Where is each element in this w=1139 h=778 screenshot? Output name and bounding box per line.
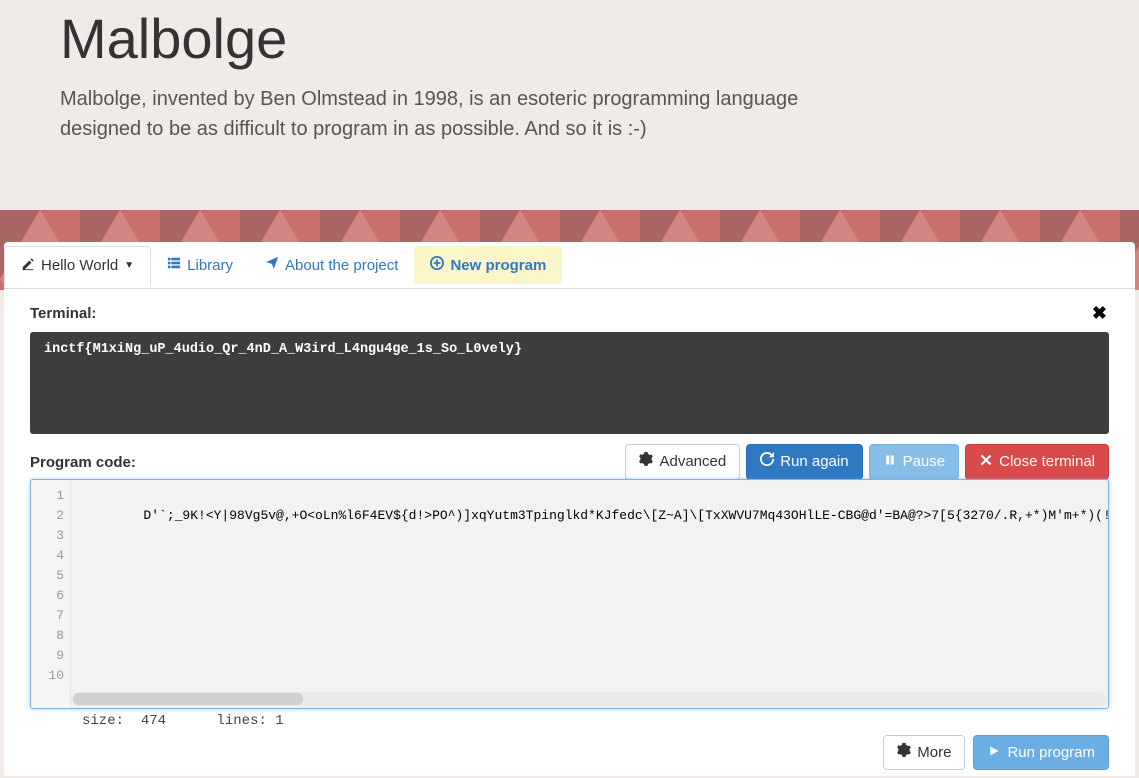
- run-program-button[interactable]: Run program: [973, 735, 1109, 771]
- x-icon: [979, 452, 993, 472]
- tab-new-program[interactable]: New program: [414, 246, 562, 284]
- page-description: Malbolge, invented by Ben Olmstead in 19…: [60, 84, 860, 144]
- tab-library[interactable]: Library: [151, 246, 249, 284]
- code-editor[interactable]: 12345678910 D'`;_9K!<Y|98Vg5v@,+O<oLn%l6…: [30, 479, 1109, 709]
- advanced-label: Advanced: [659, 452, 726, 472]
- pause-label: Pause: [903, 452, 946, 472]
- edit-icon: [21, 257, 35, 275]
- status-bar: size: 474 lines: 1: [30, 709, 1109, 729]
- tab-library-label: Library: [187, 257, 233, 274]
- plus-circle-icon: [430, 256, 444, 274]
- more-button[interactable]: More: [883, 735, 965, 771]
- tab-hello-world[interactable]: Hello World ▼: [4, 246, 151, 286]
- tab-new-program-label: New program: [450, 257, 546, 274]
- program-code-label: Program code:: [30, 454, 136, 471]
- lines-label: lines:: [216, 713, 266, 729]
- tab-bar: Hello World ▼ Library About the project …: [4, 242, 1135, 289]
- size-label: size:: [82, 713, 124, 729]
- pause-icon: [883, 452, 897, 472]
- gear-icon: [897, 743, 911, 763]
- close-icon[interactable]: ✖: [1090, 303, 1109, 324]
- pause-button[interactable]: Pause: [869, 444, 960, 480]
- tab-about-label: About the project: [285, 257, 398, 274]
- refresh-icon: [760, 452, 774, 472]
- terminal-header: Terminal: ✖: [30, 303, 1109, 324]
- line-number-gutter: 12345678910: [31, 480, 71, 708]
- more-label: More: [917, 743, 951, 763]
- advanced-button[interactable]: Advanced: [625, 444, 740, 480]
- tab-about[interactable]: About the project: [249, 246, 414, 284]
- gear-icon: [639, 452, 653, 472]
- content-area: Terminal: ✖ inctf{M1xiNg_uP_4udio_Qr_4nD…: [4, 289, 1135, 778]
- terminal-text: inctf{M1xiNg_uP_4udio_Qr_4nD_A_W3ird_L4n…: [44, 342, 522, 357]
- play-icon: [987, 743, 1001, 763]
- run-again-button[interactable]: Run again: [746, 444, 862, 480]
- send-icon: [265, 256, 279, 274]
- tab-hello-world-label: Hello World: [41, 257, 118, 274]
- code-content: D'`;_9K!<Y|98Vg5v@,+O<oLn%l6F4EV${d!>PO^…: [143, 508, 1108, 523]
- terminal-label: Terminal:: [30, 305, 96, 322]
- size-value: 474: [141, 713, 166, 729]
- close-terminal-label: Close terminal: [999, 452, 1095, 472]
- header-area: Malbolge Malbolge, invented by Ben Olmst…: [0, 0, 1139, 184]
- scrollbar-thumb[interactable]: [73, 693, 303, 705]
- close-terminal-button[interactable]: Close terminal: [965, 444, 1109, 480]
- run-again-label: Run again: [780, 452, 848, 472]
- code-text-area[interactable]: D'`;_9K!<Y|98Vg5v@,+O<oLn%l6F4EV${d!>PO^…: [71, 480, 1108, 708]
- caret-down-icon: ▼: [124, 260, 134, 271]
- list-icon: [167, 256, 181, 274]
- bottom-toolbar: More Run program: [30, 729, 1109, 771]
- page-title: Malbolge: [60, 0, 1079, 72]
- run-program-label: Run program: [1007, 743, 1095, 763]
- main-panel: Hello World ▼ Library About the project …: [4, 242, 1135, 776]
- horizontal-scrollbar[interactable]: [71, 692, 1106, 706]
- terminal-output[interactable]: inctf{M1xiNg_uP_4udio_Qr_4nD_A_W3ird_L4n…: [30, 332, 1109, 434]
- lines-value: 1: [275, 713, 283, 729]
